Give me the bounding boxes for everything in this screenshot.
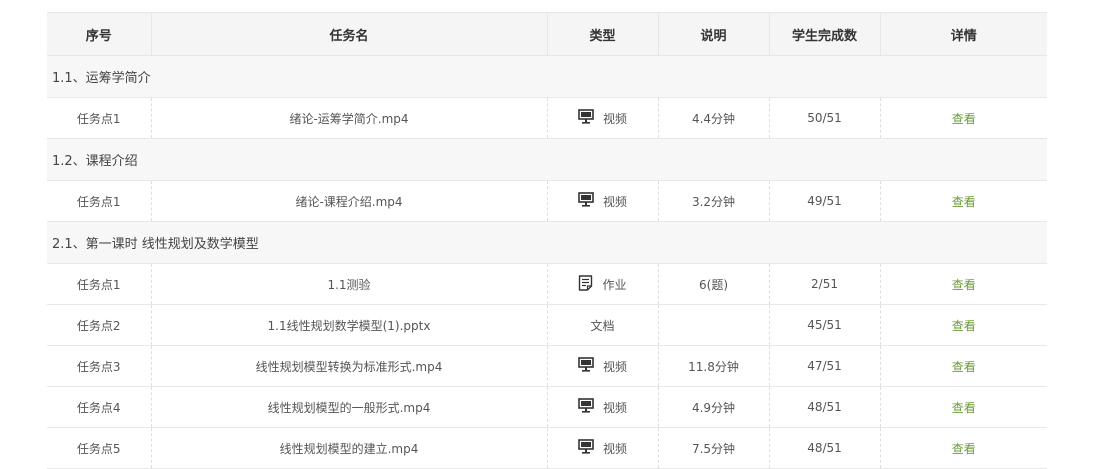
view-detail-link[interactable]: 查看 [952, 278, 976, 292]
task-type: 视频 [547, 180, 659, 222]
view-detail-link[interactable]: 查看 [952, 319, 976, 333]
view-detail-link[interactable]: 查看 [952, 360, 976, 374]
task-detail-cell: 查看 [880, 386, 1047, 428]
section-row: 2.1、第一课时 线性规划及数学模型 [47, 221, 1047, 264]
task-note: 7.5分钟 [658, 427, 770, 469]
table-row: 任务点1 1.1测验 作业 6(题) 2/51 查看 [47, 263, 1047, 305]
task-type: 视频 [547, 97, 659, 139]
task-note: 4.9分钟 [658, 386, 770, 428]
task-completion: 50/51 [769, 97, 881, 139]
section-row: 1.1、运筹学简介 [47, 55, 1047, 98]
task-index: 任务点5 [47, 427, 152, 469]
task-completion: 2/51 [769, 263, 881, 305]
task-type-label: 视频 [602, 194, 627, 209]
task-type: 视频 [547, 427, 659, 469]
task-type-label: 视频 [602, 359, 627, 374]
task-table-body: 1.1、运筹学简介 任务点1 绪论-运筹学简介.mp4 视频 4.4分钟 50/51 查看 1… [47, 55, 1047, 469]
task-note: 3.2分钟 [658, 180, 770, 222]
monitor-icon [578, 357, 594, 372]
task-type: 文档 [547, 304, 659, 346]
table-row: 任务点1 绪论-课程介绍.mp4 视频 3.2分钟 49/51 查看 [47, 180, 1047, 222]
monitor-icon [578, 398, 594, 413]
table-header-row: 序号 任务名 类型 说明 学生完成数 详情 [47, 12, 1047, 56]
column-header-type: 类型 [547, 12, 659, 56]
view-detail-link[interactable]: 查看 [952, 112, 976, 126]
task-name: 线性规划模型的一般形式.mp4 [151, 386, 548, 428]
document-icon [578, 274, 593, 291]
column-header-index: 序号 [47, 12, 152, 56]
task-completion: 47/51 [769, 345, 881, 387]
task-type: 视频 [547, 386, 659, 428]
section-row: 1.2、课程介绍 [47, 138, 1047, 181]
task-table: 序号 任务名 类型 说明 学生完成数 详情 1.1、运筹学简介 任务点1 绪论-运筹… [47, 12, 1047, 469]
task-note [658, 304, 770, 346]
section-title: 2.1、第一课时 线性规划及数学模型 [47, 221, 1047, 264]
task-index: 任务点1 [47, 180, 152, 222]
task-note: 11.8分钟 [658, 345, 770, 387]
task-completion: 48/51 [769, 386, 881, 428]
task-type-label: 视频 [602, 400, 627, 415]
task-name: 1.1测验 [151, 263, 548, 305]
task-name: 线性规划模型转换为标准形式.mp4 [151, 345, 548, 387]
task-type-label: 文档 [590, 318, 615, 333]
task-index: 任务点4 [47, 386, 152, 428]
task-index: 任务点2 [47, 304, 152, 346]
task-detail-cell: 查看 [880, 180, 1047, 222]
section-title: 1.2、课程介绍 [47, 138, 1047, 181]
task-detail-cell: 查看 [880, 97, 1047, 139]
task-type-label: 视频 [602, 111, 627, 126]
monitor-icon [578, 439, 594, 454]
task-type-label: 视频 [602, 441, 627, 456]
task-index: 任务点1 [47, 97, 152, 139]
task-note: 4.4分钟 [658, 97, 770, 139]
task-detail-cell: 查看 [880, 345, 1047, 387]
column-header-note: 说明 [658, 12, 770, 56]
task-detail-cell: 查看 [880, 427, 1047, 469]
task-type-label: 作业 [602, 277, 627, 292]
task-name: 绪论-课程介绍.mp4 [151, 180, 548, 222]
column-header-detail: 详情 [880, 12, 1047, 56]
task-completion: 48/51 [769, 427, 881, 469]
table-row: 任务点3 线性规划模型转换为标准形式.mp4 视频 11.8分钟 47/51 查看 [47, 345, 1047, 387]
table-row: 任务点4 线性规划模型的一般形式.mp4 视频 4.9分钟 48/51 查看 [47, 386, 1047, 428]
view-detail-link[interactable]: 查看 [952, 442, 976, 456]
table-row: 任务点5 线性规划模型的建立.mp4 视频 7.5分钟 48/51 查看 [47, 427, 1047, 469]
task-detail-cell: 查看 [880, 304, 1047, 346]
column-header-completion: 学生完成数 [769, 12, 881, 56]
task-type: 作业 [547, 263, 659, 305]
monitor-icon [578, 192, 594, 207]
view-detail-link[interactable]: 查看 [952, 401, 976, 415]
task-completion: 49/51 [769, 180, 881, 222]
task-note: 6(题) [658, 263, 770, 305]
task-index: 任务点1 [47, 263, 152, 305]
monitor-icon [578, 109, 594, 124]
task-name: 线性规划模型的建立.mp4 [151, 427, 548, 469]
task-name: 1.1线性规划数学模型(1).pptx [151, 304, 548, 346]
table-row: 任务点1 绪论-运筹学简介.mp4 视频 4.4分钟 50/51 查看 [47, 97, 1047, 139]
table-row: 任务点2 1.1线性规划数学模型(1).pptx 文档 45/51 查看 [47, 304, 1047, 346]
view-detail-link[interactable]: 查看 [952, 195, 976, 209]
task-name: 绪论-运筹学简介.mp4 [151, 97, 548, 139]
task-completion: 45/51 [769, 304, 881, 346]
task-detail-cell: 查看 [880, 263, 1047, 305]
column-header-task-name: 任务名 [151, 12, 548, 56]
section-title: 1.1、运筹学简介 [47, 55, 1047, 98]
task-type: 视频 [547, 345, 659, 387]
task-index: 任务点3 [47, 345, 152, 387]
